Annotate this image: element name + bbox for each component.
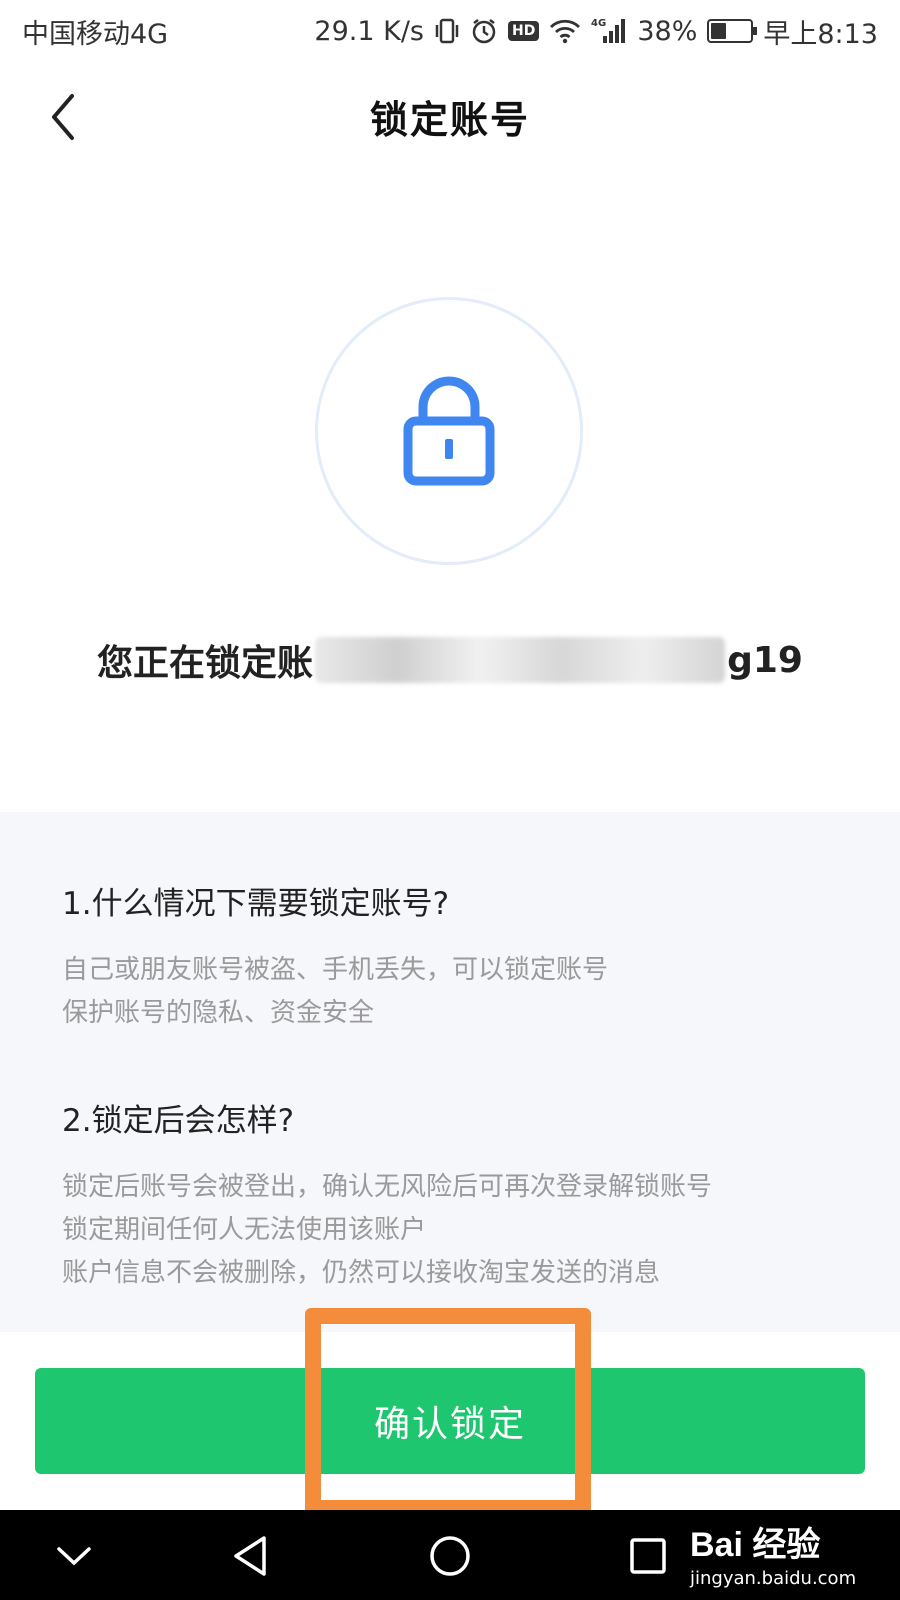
masked-account-name — [315, 637, 726, 683]
nav-back-button[interactable] — [220, 1528, 280, 1584]
locking-suffix: g19 — [727, 639, 803, 681]
home-circle-icon — [430, 1536, 470, 1576]
nav-home-button[interactable] — [420, 1528, 480, 1584]
alarm-icon — [470, 16, 498, 46]
locking-prefix: 您正在锁定账 — [97, 643, 314, 684]
faq-question-2: 2.锁定后会怎样? — [62, 1103, 295, 1139]
battery-percent: 38% — [637, 15, 698, 47]
info-section: 1.什么情况下需要锁定账号? 自己或朋友账号被盗、手机丢失，可以锁定账号 保护账… — [0, 812, 900, 1332]
faq-answer-line: 锁定期间任何人无法使用该账户 — [62, 1215, 427, 1245]
faq-answer-line: 账户信息不会被删除，仍然可以接收淘宝发送的消息 — [62, 1258, 661, 1288]
header: 锁定账号 — [0, 62, 900, 170]
faq-question-1: 1.什么情况下需要锁定账号? — [62, 886, 450, 922]
chevron-left-icon — [52, 94, 74, 140]
network-speed: 29.1 K/s — [314, 15, 424, 47]
lock-icon — [403, 376, 495, 486]
faq-answer-line: 锁定后账号会被登出，确认无风险后可再次登录解锁账号 — [62, 1172, 713, 1202]
status-right: 29.1 K/s HD 4G 38% 早上8:13 — [314, 12, 878, 51]
carrier-label: 中国移动4G — [22, 18, 169, 50]
vibrate-icon — [434, 16, 460, 46]
wifi-icon — [549, 16, 581, 46]
page-title: 锁定账号 — [369, 97, 530, 142]
svg-text:4G: 4G — [591, 18, 606, 29]
confirm-lock-button[interactable]: 确认锁定 — [35, 1368, 865, 1474]
signal-icon: 4G — [591, 16, 627, 46]
chevron-down-icon — [57, 1547, 91, 1566]
faq-item-1: 1.什么情况下需要锁定账号? 自己或朋友账号被盗、手机丢失，可以锁定账号 保护账… — [62, 878, 838, 1035]
hd-badge: HD — [508, 21, 540, 41]
faq-answer-line: 保护账号的隐私、资金安全 — [62, 998, 375, 1028]
nav-dismiss-button[interactable] — [44, 1528, 104, 1584]
clock: 早上8:13 — [763, 18, 878, 50]
battery-icon — [707, 19, 758, 43]
lock-illustration — [315, 297, 583, 565]
faq-answer-line: 自己或朋友账号被盗、手机丢失，可以锁定账号 — [62, 955, 609, 985]
navigation-bar — [0, 1510, 900, 1600]
faq-item-2: 2.锁定后会怎样? 锁定后账号会被登出，确认无风险后可再次登录解锁账号 锁定期间… — [62, 1095, 838, 1295]
nav-recents-button[interactable] — [618, 1528, 678, 1584]
locking-account-text: 您正在锁定账 g19 — [0, 630, 900, 690]
triangle-back-icon — [234, 1536, 266, 1576]
square-recents-icon — [630, 1538, 666, 1574]
status-left: 中国移动4G — [22, 12, 168, 51]
back-button[interactable] — [38, 90, 88, 144]
status-bar: 中国移动4G 29.1 K/s HD 4G 38% 早上8:13 — [0, 0, 900, 62]
